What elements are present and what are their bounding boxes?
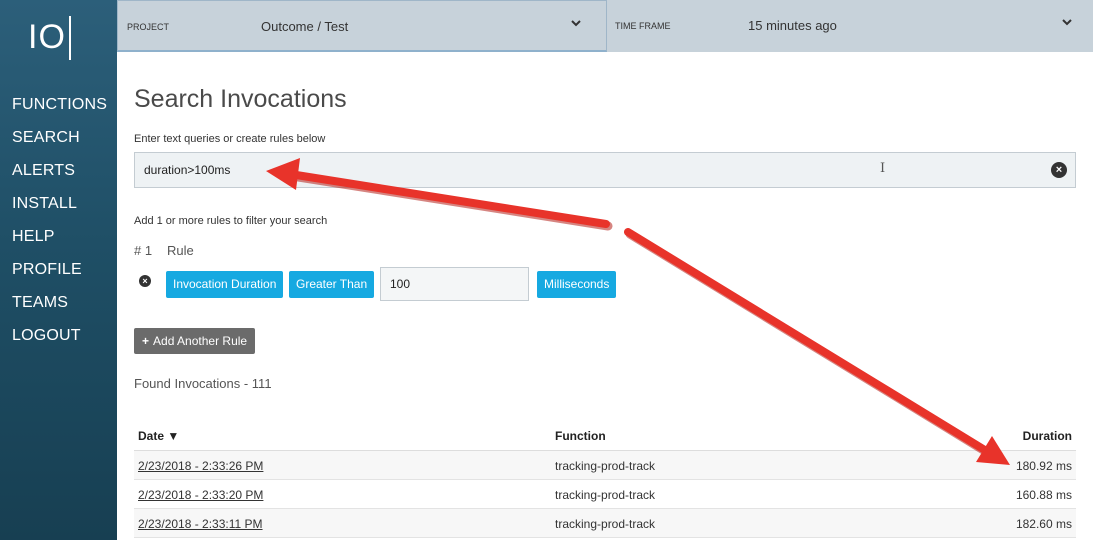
project-select[interactable]: PROJECT Outcome / Test [117, 0, 607, 52]
table-row[interactable]: 2/23/2018 - 2:33:20 PM tracking-prod-tra… [134, 480, 1076, 509]
top-bar: PROJECT Outcome / Test TIME FRAME 15 min… [117, 0, 1093, 52]
sidebar-item-alerts[interactable]: ALERTS [12, 160, 107, 193]
sidebar-item-functions[interactable]: FUNCTIONS [12, 94, 107, 127]
found-count: Found Invocations - 111 [134, 376, 272, 391]
project-value: Outcome / Test [261, 19, 349, 34]
search-input[interactable] [135, 153, 1035, 187]
text-cursor-icon: I [880, 161, 886, 176]
add-rule-button[interactable]: + Add Another Rule [134, 328, 256, 354]
clear-icon[interactable]: × [1051, 162, 1067, 178]
table-body: 2/23/2018 - 2:33:26 PM tracking-prod-tra… [134, 451, 1076, 538]
row-duration: 160.88 ms [1015, 488, 1072, 502]
sidebar-item-help[interactable]: HELP [12, 226, 107, 259]
row-duration: 182.60 ms [1015, 517, 1072, 531]
sidebar-item-logout[interactable]: LOGOUT [12, 325, 107, 358]
row-function: tracking-prod-track [555, 459, 656, 473]
sidebar-item-profile[interactable]: PROFILE [12, 259, 107, 292]
table-row[interactable]: 2/23/2018 - 2:33:11 PM tracking-prod-tra… [134, 509, 1076, 538]
row-function: tracking-prod-track [555, 488, 656, 502]
table-header: Date ▼ Function Duration [134, 420, 1076, 451]
search-hint: Enter text queries or create rules below [134, 133, 326, 145]
sidebar-nav: FUNCTIONS SEARCH ALERTS INSTALL HELP PRO… [12, 94, 107, 358]
sidebar-item-search[interactable]: SEARCH [12, 127, 107, 160]
search-box: I × [134, 152, 1076, 188]
timeframe-label: TIME FRAME [615, 21, 671, 31]
plus-icon: + [142, 334, 150, 348]
project-label: PROJECT [127, 22, 170, 32]
rule-value-input[interactable] [380, 267, 529, 301]
rules-hint: Add 1 or more rules to filter your searc… [134, 215, 328, 227]
invocations-table: Date ▼ Function Duration 2/23/2018 - 2:3… [134, 420, 1076, 538]
page-title: Search Invocations [134, 85, 347, 113]
remove-rule-icon[interactable]: × [139, 275, 151, 287]
row-date-link[interactable]: 2/23/2018 - 2:33:11 PM [138, 517, 263, 531]
logo[interactable]: IO [28, 18, 66, 57]
column-header-duration[interactable]: Duration [1023, 429, 1072, 443]
row-duration: 180.92 ms [1015, 459, 1072, 473]
chevron-down-icon[interactable] [570, 17, 582, 29]
timeframe-value: 15 minutes ago [748, 18, 837, 33]
row-date-link[interactable]: 2/23/2018 - 2:33:26 PM [138, 459, 263, 473]
column-header-function[interactable]: Function [555, 429, 606, 443]
column-header-date[interactable]: Date ▼ [138, 429, 179, 443]
rule-field-button[interactable]: Invocation Duration [166, 271, 284, 298]
chevron-down-icon[interactable] [1061, 16, 1073, 28]
row-date-link[interactable]: 2/23/2018 - 2:33:20 PM [138, 488, 263, 502]
sidebar-item-install[interactable]: INSTALL [12, 193, 107, 226]
rule-number: # 1 [134, 243, 153, 258]
rule-label: Rule [167, 243, 194, 258]
timeframe-select[interactable]: TIME FRAME 15 minutes ago [607, 0, 1093, 52]
row-function: tracking-prod-track [555, 517, 656, 531]
rule-unit-button[interactable]: Milliseconds [537, 271, 617, 298]
sidebar: IO FUNCTIONS SEARCH ALERTS INSTALL HELP … [0, 0, 117, 540]
sidebar-item-teams[interactable]: TEAMS [12, 292, 107, 325]
rule-operator-button[interactable]: Greater Than [289, 271, 375, 298]
table-row[interactable]: 2/23/2018 - 2:33:26 PM tracking-prod-tra… [134, 451, 1076, 480]
logo-bar [69, 16, 71, 60]
add-rule-label: Add Another Rule [153, 334, 248, 348]
